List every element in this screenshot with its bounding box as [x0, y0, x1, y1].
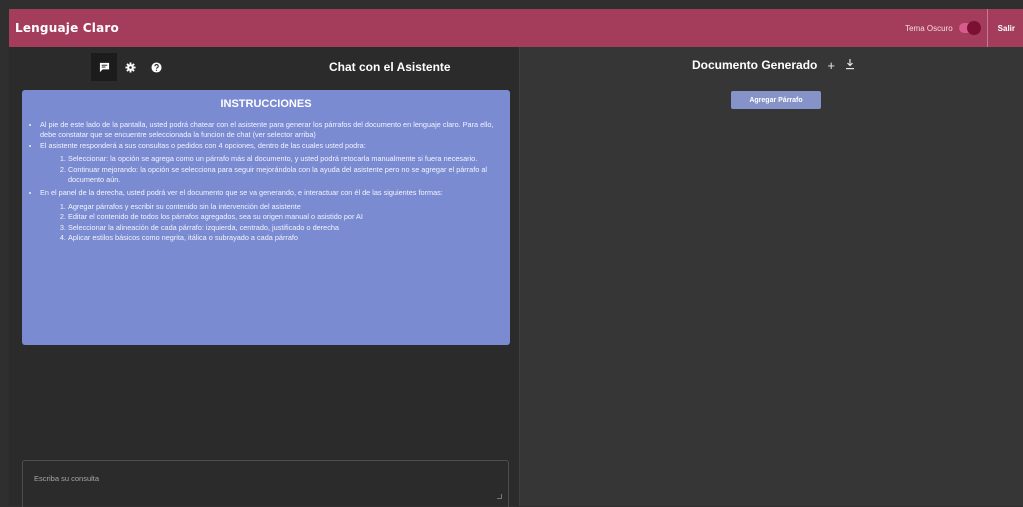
logout-button[interactable]: Salir [998, 24, 1015, 33]
top-app-bar: Lenguaje Claro Tema Oscuro Salir [9, 9, 1023, 47]
chat-panel-title: Chat con el Asistente [329, 60, 451, 74]
instructions-card: INSTRUCCIONES Al pie de este lado de la … [22, 90, 510, 345]
instruction-item: En el panel de la derecha, usted podrá v… [40, 188, 502, 243]
instruction-subitem: Agregar párrafos y escribir su contenido… [68, 202, 502, 212]
header-divider [986, 9, 988, 47]
instruction-item: El asistente responderá a sus consultas … [40, 141, 502, 186]
document-title: Documento Generado [692, 58, 818, 72]
download-button[interactable] [845, 58, 855, 72]
add-paragraph-icon-button[interactable]: + [827, 59, 835, 72]
document-header: Documento Generado + [692, 58, 855, 72]
toggle-knob [966, 21, 981, 35]
app-title: Lenguaje Claro [15, 21, 119, 35]
instruction-subitem: Continuar mejorando: la opción se selecc… [68, 165, 502, 186]
instruction-subitem: Aplicar estilos básicos como negrita, it… [68, 233, 502, 243]
instruction-subitem: Seleccionar la alineación de cada párraf… [68, 223, 502, 233]
instructions-title: INSTRUCCIONES [220, 98, 312, 110]
instruction-text: En el panel de la derecha, usted podrá v… [40, 188, 443, 198]
instruction-text: El asistente responderá a sus consultas … [40, 140, 366, 150]
instruction-sublist: Seleccionar: la opción se agrega como un… [40, 154, 502, 185]
resize-grip[interactable] [497, 494, 502, 499]
chat-input-field[interactable]: Escriba su consulta [22, 460, 509, 507]
instruction-item: Al pie de este lado de la pantalla, uste… [40, 120, 502, 141]
add-paragraph-button[interactable]: Agregar Párrafo [731, 91, 821, 109]
chat-input-placeholder: Escriba su consulta [34, 474, 100, 483]
dark-theme-toggle[interactable] [958, 21, 981, 35]
help-icon [150, 61, 162, 73]
chat-icon [99, 62, 109, 72]
chat-panel: Chat con el Asistente INSTRUCCIONES Al p… [9, 47, 519, 507]
gear-icon [124, 61, 136, 73]
theme-toggle-label: Tema Oscuro [905, 23, 953, 33]
tab-chat[interactable] [91, 53, 117, 81]
download-icon [845, 58, 854, 69]
document-panel: Documento Generado + Agregar Párrafo [520, 47, 1023, 506]
mode-selector [91, 53, 169, 81]
instruction-sublist: Agregar párrafos y escribir su contenido… [40, 202, 502, 244]
tab-settings[interactable] [117, 53, 143, 81]
instructions-list: Al pie de este lado de la pantalla, uste… [26, 120, 502, 243]
instruction-subitem: Seleccionar: la opción se agrega como un… [68, 154, 502, 164]
tab-help[interactable] [143, 53, 169, 81]
instruction-subitem: Editar el contenido de todos los párrafo… [68, 212, 502, 222]
